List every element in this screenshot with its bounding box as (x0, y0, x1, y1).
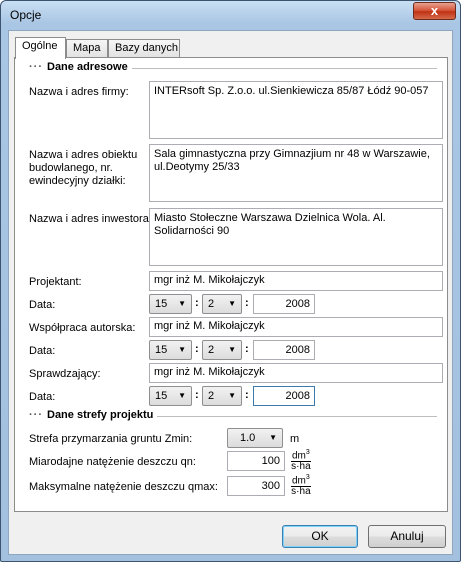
project-section-header: ··· Dane strefy projektu (29, 409, 158, 421)
dialog-client-area: Ogólne Mapa Bazy danych ··· Dane adresowe… (8, 30, 453, 555)
frost-depth-select[interactable]: 1.0 ▼ (227, 428, 283, 448)
checker-year-input[interactable]: 2008 (253, 386, 315, 406)
max-rain-label: Maksymalne natężenie deszczu qmax: (29, 481, 218, 493)
frost-unit: m (290, 433, 300, 445)
coauthor-month-select[interactable]: 2 ▼ (202, 340, 242, 360)
ok-button[interactable]: OK (282, 525, 358, 548)
chevron-down-icon: ▼ (178, 345, 186, 354)
rain-intensity-input[interactable]: 100 (227, 451, 285, 471)
checker-month-select[interactable]: 2 ▼ (202, 386, 242, 406)
chevron-down-icon: ▼ (228, 299, 236, 308)
date-separator: : (245, 389, 249, 401)
chevron-down-icon: ▼ (228, 391, 236, 400)
object-field[interactable]: Sala gimnastyczna przy Gimnazjium nr 48 … (149, 144, 443, 202)
close-icon: x (430, 3, 439, 18)
date-separator: : (195, 297, 199, 309)
designer-label: Projektant: (29, 276, 82, 288)
checker-date-label: Data: (29, 391, 56, 403)
address-section-header: ··· Dane adresowe (29, 61, 132, 73)
chevron-down-icon: ▼ (228, 345, 236, 354)
rain-unit: dm3 s·ha (291, 449, 311, 473)
section-dots-icon: ··· (29, 61, 43, 73)
coauthor-label: Współpraca autorska: (29, 322, 136, 334)
date-separator: : (245, 343, 249, 355)
designer-month-select[interactable]: 2 ▼ (202, 294, 242, 314)
tab-general[interactable]: Ogólne (15, 37, 66, 59)
coauthor-day-select[interactable]: 15 ▼ (149, 340, 192, 360)
company-field[interactable]: INTERsoft Sp. Z.o.o. ul.Sienkiewicza 85/… (149, 81, 443, 139)
options-dialog: Opcje x Ogólne Mapa Bazy danych ··· Dane … (0, 0, 461, 562)
coauthor-year-input[interactable]: 2008 (253, 340, 315, 360)
designer-field[interactable]: mgr inż M. Mikołajczyk (149, 271, 443, 291)
chevron-down-icon: ▼ (178, 299, 186, 308)
close-button[interactable]: x (413, 2, 456, 20)
coauthor-date-label: Data: (29, 345, 56, 357)
checker-label: Sprawdzający: (29, 368, 101, 380)
coauthor-field[interactable]: mgr inż M. Mikołajczyk (149, 317, 443, 337)
chevron-down-icon: ▼ (178, 391, 186, 400)
title-bar: Opcje x (1, 1, 460, 29)
checker-day-select[interactable]: 15 ▼ (149, 386, 192, 406)
max-rain-intensity-input[interactable]: 300 (227, 476, 285, 496)
investor-field[interactable]: Miasto Stołeczne Warszawa Dzielnica Wola… (149, 208, 443, 266)
chevron-down-icon: ▼ (269, 433, 277, 442)
frost-label: Strefa przymarzania gruntu Zmin: (29, 433, 193, 445)
window-title: Opcje (10, 8, 42, 22)
tab-databases[interactable]: Bazy danych (108, 39, 180, 58)
company-label: Nazwa i adres firmy: (29, 86, 129, 98)
tab-map[interactable]: Mapa (66, 39, 108, 58)
date-separator: : (195, 343, 199, 355)
investor-label: Nazwa i adres inwestora: (29, 213, 152, 225)
designer-year-input[interactable]: 2008 (253, 294, 315, 314)
max-rain-unit: dm3 s·ha (291, 474, 311, 498)
rain-label: Miarodajne natężenie deszczu qn: (29, 456, 196, 468)
cancel-button[interactable]: Anuluj (368, 525, 446, 548)
object-label: Nazwa i adres obiektu budowlanego, nr. e… (29, 149, 138, 187)
date-separator: : (245, 297, 249, 309)
date-separator: : (195, 389, 199, 401)
designer-date-label: Data: (29, 299, 56, 311)
section-dots-icon: ··· (29, 409, 43, 421)
designer-day-select[interactable]: 15 ▼ (149, 294, 192, 314)
checker-field[interactable]: mgr inż M. Mikołajczyk (149, 363, 443, 383)
general-tab-panel: ··· Dane adresowe Nazwa i adres firmy: IN… (14, 57, 448, 512)
